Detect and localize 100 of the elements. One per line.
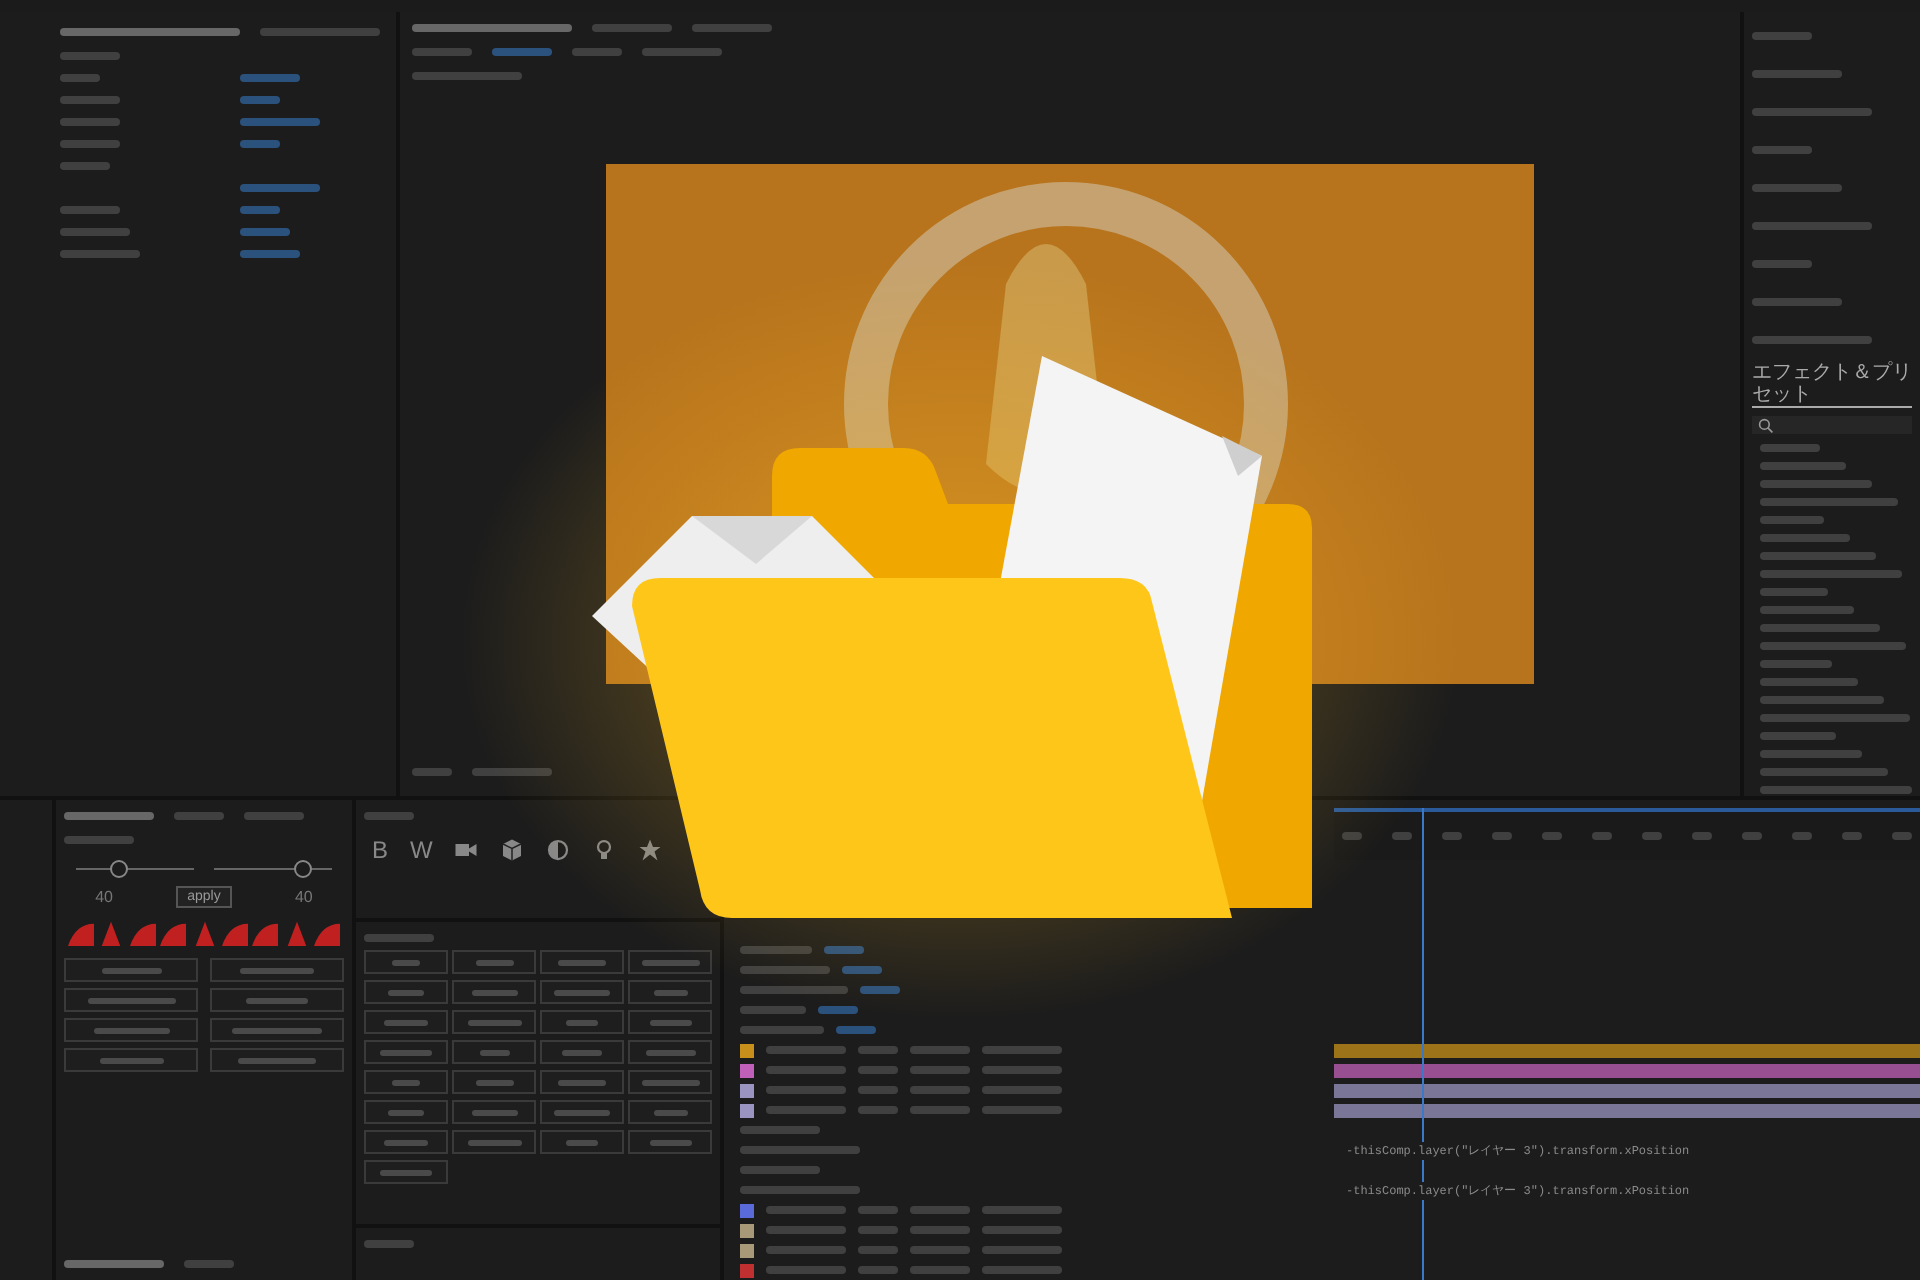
preset-button[interactable] [210,1018,344,1042]
blurred-text [910,1266,970,1274]
preset-button[interactable] [64,958,198,982]
layer-bar[interactable] [1334,1063,1920,1077]
preset-button[interactable] [64,1048,198,1072]
tool-button[interactable] [364,1070,448,1094]
ease-curve-icon[interactable] [221,920,248,946]
tool-button[interactable] [628,1100,712,1124]
blurred-text [766,1206,846,1214]
cube-icon[interactable] [500,838,525,862]
layer-bar[interactable] [1334,1083,1920,1097]
tool-button[interactable] [452,950,536,974]
blurred-text [910,1246,970,1254]
blurred-text [1760,605,1854,613]
letter-button[interactable]: B [372,836,389,864]
blurred-text [1760,443,1820,451]
ease-curve-icon[interactable] [252,920,279,946]
ease-curve-icon[interactable] [160,920,187,946]
blurred-text [60,52,120,60]
blurred-text [412,768,452,776]
blurred-text [592,24,672,32]
label-color-swatch[interactable] [740,1223,754,1237]
ease-curve-icon[interactable] [98,920,125,946]
blurred-text [858,1066,898,1074]
ease-curve-icon[interactable] [283,920,310,946]
blurred-text [174,812,224,820]
tool-button[interactable] [364,1040,448,1064]
blurred-text [740,1186,860,1194]
search-field[interactable] [1752,416,1912,434]
ease-curve-icon[interactable] [68,920,94,946]
blurred-text [60,118,120,126]
label-color-swatch[interactable] [740,1063,754,1077]
tool-button[interactable] [628,1010,712,1034]
label-color-swatch[interactable] [740,1103,754,1117]
blurred-text [842,966,882,974]
ease-curve-icon[interactable] [191,920,217,946]
preset-button[interactable] [210,1048,344,1072]
tool-button[interactable] [364,1130,448,1154]
label-color-swatch[interactable] [740,1083,754,1097]
blurred-text [982,1246,1062,1254]
blurred-text [64,1260,164,1268]
tool-button[interactable] [452,980,536,1004]
layer-bar[interactable] [1334,1103,1920,1117]
tool-button[interactable] [452,1100,536,1124]
tool-button[interactable] [540,1040,624,1064]
tool-button[interactable] [628,950,712,974]
blurred-text [858,1246,898,1254]
blurred-text [1752,31,1812,39]
tool-button[interactable] [364,980,448,1004]
slider-thumb[interactable] [109,860,128,878]
blurred-text [858,1086,898,1094]
blurred-text [1760,497,1898,505]
ease-curve-icon[interactable] [314,920,340,946]
layer-bar[interactable] [1334,1043,1920,1057]
tool-button[interactable] [452,1130,536,1154]
blurred-text [1492,832,1512,840]
blurred-text [1760,479,1872,487]
label-color-swatch[interactable] [740,1263,754,1277]
tool-button[interactable] [540,950,624,974]
blurred-text [1592,832,1612,840]
label-color-swatch[interactable] [740,1243,754,1257]
preset-button[interactable] [64,1018,198,1042]
blurred-text [60,250,140,258]
tool-button[interactable] [540,1130,624,1154]
slider-thumb[interactable] [294,860,313,878]
blurred-text [766,1066,846,1074]
preset-button[interactable] [64,988,198,1012]
tool-button[interactable] [452,1010,536,1034]
tool-button[interactable] [364,1160,448,1184]
tool-button[interactable] [452,1040,536,1064]
tool-button[interactable] [628,1040,712,1064]
tool-button[interactable] [364,1100,448,1124]
tool-button[interactable] [540,1070,624,1094]
tool-button[interactable] [628,1070,712,1094]
blurred-text [642,48,722,56]
camera-icon[interactable] [454,838,479,862]
star-icon[interactable] [638,838,663,862]
letter-button[interactable]: W [410,836,433,864]
preset-button[interactable] [210,988,344,1012]
blurred-text [1742,832,1762,840]
tool-button[interactable] [628,1130,712,1154]
preset-button[interactable] [210,958,344,982]
tool-button[interactable] [628,980,712,1004]
blurred-text [1892,832,1912,840]
ease-curve-icon[interactable] [129,920,156,946]
tool-button[interactable] [540,1100,624,1124]
half-circle-icon[interactable] [546,838,571,862]
light-bulb-icon[interactable] [592,838,617,862]
tool-button[interactable] [452,1070,536,1094]
label-color-swatch[interactable] [740,1043,754,1057]
tool-button[interactable] [364,950,448,974]
blurred-text [1752,297,1842,305]
blurred-text [1642,832,1662,840]
blurred-text [740,1126,820,1134]
blurred-text [412,48,472,56]
tool-button[interactable] [540,1010,624,1034]
blurred-text [412,72,522,80]
tool-button[interactable] [540,980,624,1004]
tool-button[interactable] [364,1010,448,1034]
label-color-swatch[interactable] [740,1203,754,1217]
